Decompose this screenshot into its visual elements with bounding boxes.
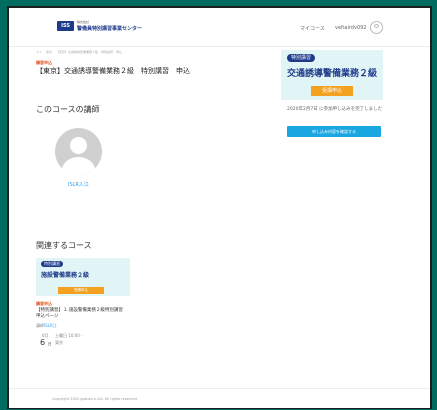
course-banner: 特別講習 交通誘導警備業務２級 受講申込 [281, 50, 383, 100]
related-course-mode-label: 講習申込 [36, 301, 52, 306]
logo-title[interactable]: 警備員特別講習事業センター [77, 25, 142, 32]
instructor-heading: このコースの講師 [36, 105, 100, 114]
related-course-banner[interactable]: 特別講習 施設警備業務２級 受講申込 [36, 258, 130, 296]
signup-status-text: 2020年2月7日 に参加申し込みを完了しました [287, 107, 383, 112]
logo-icon[interactable]: ISS [57, 21, 74, 31]
user-avatar-icon[interactable] [370, 21, 383, 34]
banner-apply-button[interactable]: 受講申込 [311, 86, 353, 96]
related-banner-title: 施設警備業務２級 [41, 272, 90, 279]
page: ISS 株式会社 警備員特別講習事業センター マイコース veltairdv09… [9, 8, 430, 408]
nav-username[interactable]: veltairdv092 [335, 25, 366, 31]
signup-card: 特別講習 交通誘導警備業務２級 受講申込 2020年2月7日 に参加申し込みを完… [281, 50, 383, 150]
breadcrumb: マイ 受付 【東京】交通誘導警備業務２級 特別講習 申込 [36, 50, 125, 54]
related-time: 土曜日 10:00 - [55, 333, 83, 338]
related-place: 東京 [55, 340, 63, 345]
breadcrumb-item[interactable]: 受付 [46, 50, 52, 54]
copyright-text: Copyright 2020 gakuen-k.OA. All rights r… [52, 397, 138, 401]
related-date-day-suffix: 日 [48, 342, 52, 346]
breadcrumb-item[interactable]: マイ [36, 50, 42, 54]
related-instructor-label: 講師 [36, 323, 44, 328]
avatar-head-shape [70, 137, 87, 154]
related-course-title[interactable]: 【特別講習】１.施設警備業務２級特別講習 申込ページ [36, 308, 127, 320]
footer: Copyright 2020 gakuen-k.OA. All rights r… [9, 388, 430, 408]
related-date-day: 6 [40, 338, 46, 347]
page-title: 【東京】交通誘導警備業務２級 特別講習 申込 [36, 67, 190, 75]
related-banner-apply-button[interactable]: 受講申込 [58, 287, 104, 294]
related-instructor-link[interactable]: ISLR江 [44, 323, 57, 329]
instructor-name-link[interactable]: ISLR入江 [68, 181, 89, 188]
banner-title: 交通誘導警備業務２級 [287, 69, 378, 79]
related-course-type-badge: 特別講習 [41, 261, 63, 267]
course-type-badge: 特別講習 [287, 54, 316, 62]
breadcrumb-item: 【東京】交通誘導警備業務２級 特別講習 申込 [55, 50, 122, 54]
top-nav: ISS 株式会社 警備員特別講習事業センター マイコース veltairdv09… [9, 8, 430, 47]
logo-subtitle: 株式会社 [77, 20, 90, 24]
instructor-avatar[interactable] [55, 128, 102, 175]
related-heading: 関連するコース [36, 241, 92, 250]
confirm-application-button[interactable]: 申し込み内容を確認する [287, 126, 381, 137]
avatar-body-shape [62, 157, 95, 175]
nav-mycourse-link[interactable]: マイコース [300, 25, 325, 32]
